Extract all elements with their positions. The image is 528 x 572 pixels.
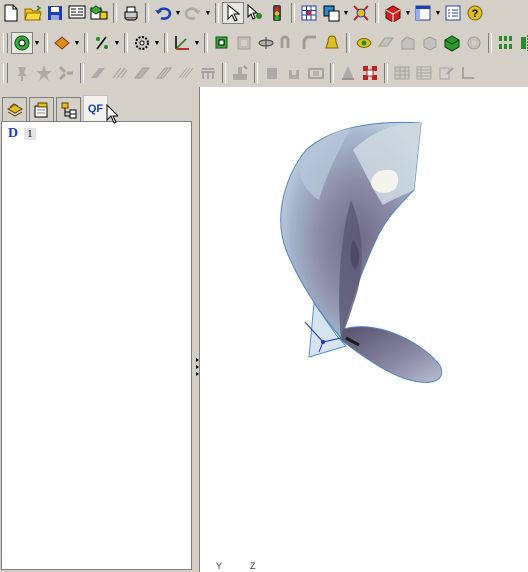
percent-tool-icon[interactable] <box>91 32 113 54</box>
window-dropdown-icon[interactable]: ▼ <box>434 2 442 24</box>
document-edit-icon[interactable] <box>435 62 457 84</box>
stamp-icon[interactable] <box>229 62 251 84</box>
redo-icon[interactable] <box>182 2 204 24</box>
tab-qf[interactable]: QF <box>83 95 108 122</box>
offset-icon[interactable] <box>375 32 397 54</box>
axis-tool-dropdown-icon[interactable]: ▼ <box>193 32 201 54</box>
extrude-icon[interactable] <box>211 32 233 54</box>
tree-item-label[interactable]: 1 <box>24 128 36 140</box>
tree-item[interactable]: D 1 <box>8 126 36 142</box>
propeller-blade-model[interactable] <box>200 87 528 572</box>
surface-icon[interactable] <box>353 32 375 54</box>
display-icon[interactable] <box>350 2 372 24</box>
fillet-icon[interactable] <box>299 32 321 54</box>
layers-icon <box>6 102 23 117</box>
toolbar-grip[interactable] <box>3 63 8 83</box>
print-icon[interactable] <box>120 2 142 24</box>
feature-tree[interactable]: D 1 <box>1 121 192 570</box>
pyramid-icon[interactable] <box>337 62 359 84</box>
sheet-hatch-icon[interactable] <box>153 62 175 84</box>
slab-icon[interactable] <box>87 62 109 84</box>
grid-table-icon[interactable] <box>391 62 413 84</box>
curve-tool-dropdown-icon[interactable]: ▼ <box>33 32 41 54</box>
spreadsheet-icon[interactable] <box>413 62 435 84</box>
feature-diamond-icon[interactable] <box>51 32 73 54</box>
tab-hierarchy[interactable] <box>56 97 81 121</box>
gear-tool-dropdown-icon[interactable]: ▼ <box>153 32 161 54</box>
properties-icon[interactable] <box>442 2 464 24</box>
hierarchy-icon <box>61 102 76 118</box>
star-tool-icon[interactable] <box>33 62 55 84</box>
box-icon[interactable] <box>419 32 441 54</box>
curve-tool-icon[interactable] <box>11 32 33 54</box>
save-icon[interactable] <box>44 2 66 24</box>
corner-icon[interactable] <box>457 62 479 84</box>
axis-tool-icon[interactable] <box>171 32 193 54</box>
new-document-icon[interactable] <box>0 2 22 24</box>
shell-icon[interactable] <box>233 32 255 54</box>
feature-panel: QF D 1 <box>0 93 195 572</box>
gear-tool-icon[interactable] <box>131 32 153 54</box>
standard-toolbar: ▼ ▼ ▼ ▼ ▼ ? <box>0 0 528 26</box>
bell-icon[interactable] <box>321 32 343 54</box>
feature-diamond-dropdown-icon[interactable]: ▼ <box>73 32 81 54</box>
tab-features[interactable] <box>2 97 27 121</box>
toolbar-manager-icon[interactable] <box>66 2 88 24</box>
rotate-view-dropdown-icon[interactable]: ▼ <box>342 2 350 24</box>
svg-text:?: ? <box>472 8 479 20</box>
tab-properties[interactable] <box>29 97 54 121</box>
panel-tabs: QF <box>2 95 110 123</box>
sheet-icon[interactable] <box>131 62 153 84</box>
redo-dropdown-icon[interactable]: ▼ <box>204 2 212 24</box>
pattern-icon[interactable] <box>495 32 517 54</box>
hatch-icon[interactable] <box>109 62 131 84</box>
pin-icon[interactable] <box>11 62 33 84</box>
revolve-icon[interactable] <box>255 32 277 54</box>
open-folder-icon[interactable] <box>22 2 44 24</box>
tree-root-label: D <box>8 126 19 141</box>
green-solid-icon[interactable] <box>441 32 463 54</box>
percent-tool-dropdown-icon[interactable]: ▼ <box>113 32 121 54</box>
table-icon[interactable] <box>197 62 219 84</box>
tab-qf-label: QF <box>87 103 104 115</box>
undo-icon[interactable] <box>152 2 174 24</box>
undo-dropdown-icon[interactable]: ▼ <box>174 2 182 24</box>
part-manager-icon[interactable] <box>88 2 110 24</box>
mouse-cursor-icon <box>106 104 118 124</box>
pipe-icon[interactable] <box>277 32 299 54</box>
frame-icon[interactable] <box>305 62 327 84</box>
feature-toolbar: ▼ ▼ ▼ ▼ ▼ <box>0 30 528 56</box>
select-filter-icon[interactable] <box>244 2 266 24</box>
hatch-double-icon[interactable] <box>175 62 197 84</box>
render-icon[interactable] <box>382 2 404 24</box>
blend-icon[interactable] <box>397 32 419 54</box>
block-icon[interactable] <box>261 62 283 84</box>
3d-viewport[interactable]: Y Z <box>199 87 528 572</box>
help-icon[interactable]: ? <box>464 2 486 24</box>
grid-icon[interactable] <box>298 2 320 24</box>
render-dropdown-icon[interactable]: ▼ <box>404 2 412 24</box>
toolbar-grip[interactable] <box>3 33 8 53</box>
hole-icon[interactable] <box>463 32 485 54</box>
window-icon[interactable] <box>412 2 434 24</box>
gear-grey-icon[interactable] <box>55 62 77 84</box>
tag-icon <box>34 102 47 117</box>
bracket-icon[interactable] <box>283 62 305 84</box>
traffic-light-icon[interactable] <box>266 2 288 24</box>
mirror-icon[interactable] <box>517 32 528 54</box>
select-arrow-icon[interactable] <box>222 2 244 24</box>
axis-label-z: Z <box>250 561 256 571</box>
detail-toolbar <box>0 60 528 86</box>
axis-label-y: Y <box>216 561 223 571</box>
pattern-red-icon[interactable] <box>359 62 381 84</box>
rotate-view-icon[interactable] <box>320 2 342 24</box>
